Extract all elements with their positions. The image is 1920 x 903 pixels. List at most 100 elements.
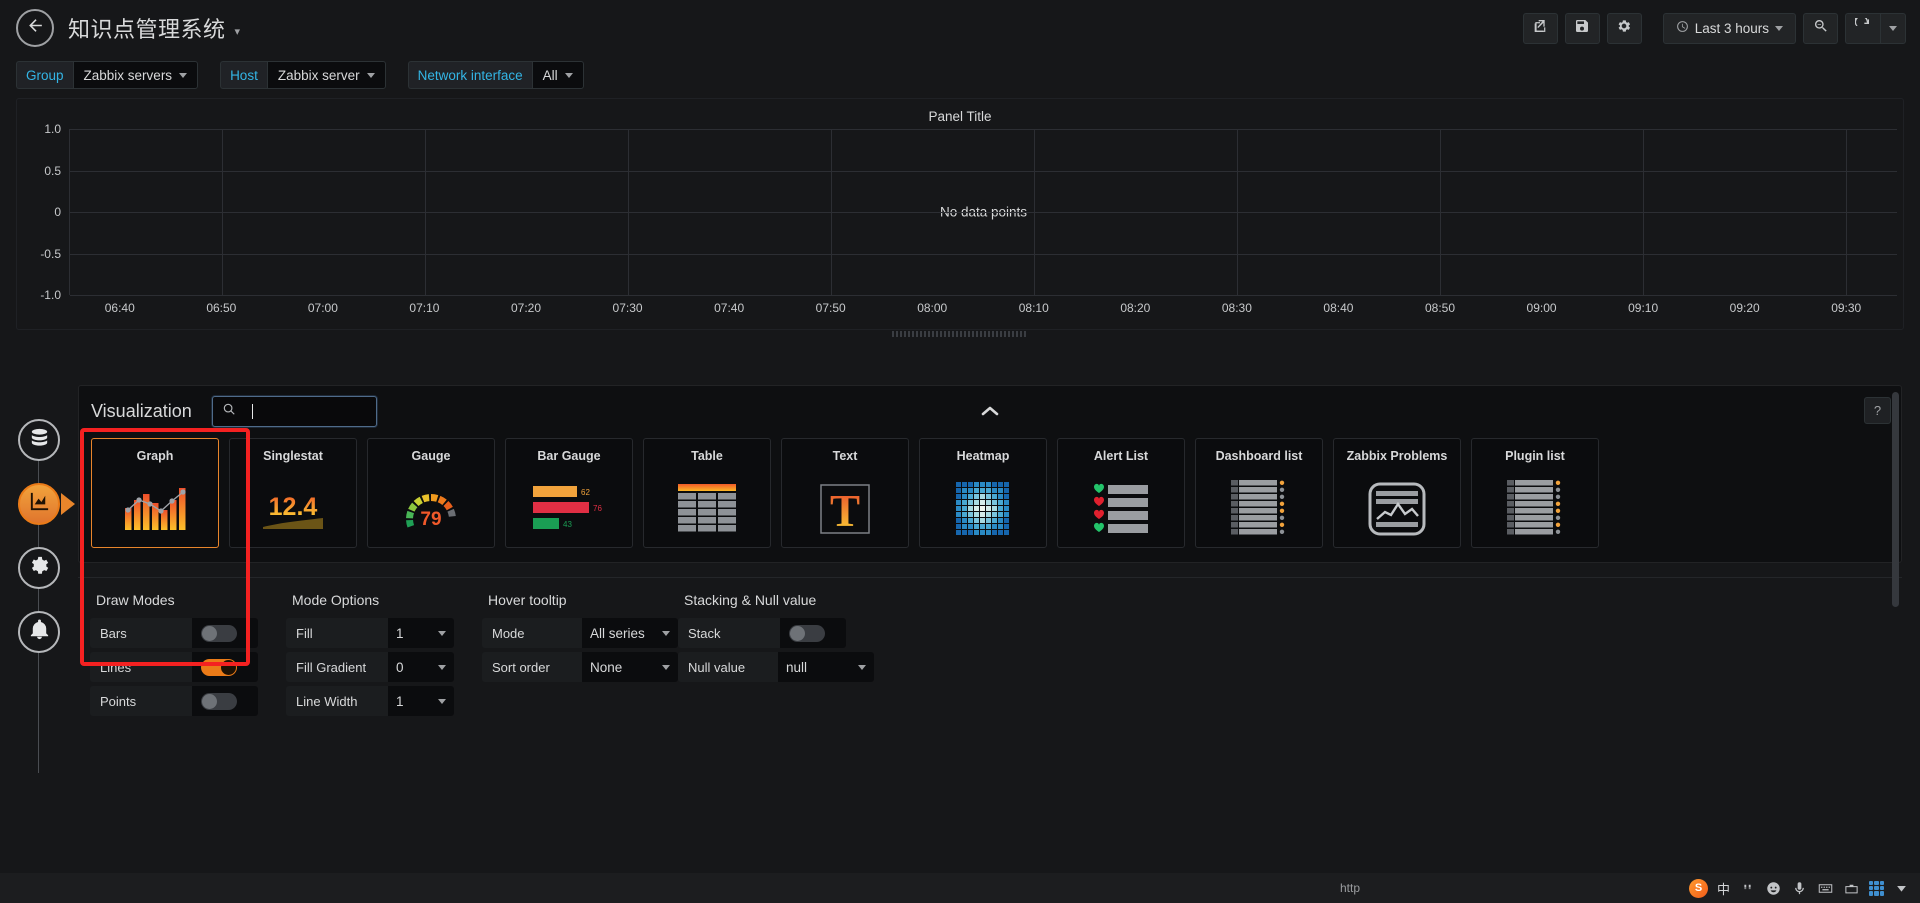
option-select-value: 0 (396, 659, 404, 675)
chevron-down-icon (564, 72, 573, 78)
y-axis-tick: -0.5 (40, 246, 61, 261)
y-axis-tick: -1.0 (40, 288, 61, 302)
x-axis-tick: 08:20 (1120, 301, 1151, 315)
panel-title[interactable]: Panel Title (17, 99, 1903, 124)
option-row: Fill 1 (286, 618, 454, 648)
share-dashboard-button[interactable] (1522, 12, 1558, 44)
dashboard-settings-button[interactable] (1606, 12, 1642, 44)
emoji-icon[interactable] (1765, 880, 1782, 897)
options-group-hover-tooltip: Hover tooltip Mode All series Sort order Non… (482, 592, 678, 720)
plot-canvas: No data points (69, 129, 1897, 296)
variable-value-1: Zabbix server (277, 67, 360, 83)
toggle-bars[interactable] (201, 624, 237, 642)
time-range-picker[interactable]: Last 3 hours (1662, 12, 1796, 44)
variable-select-host[interactable]: Zabbix server (266, 61, 386, 89)
viz-card-text[interactable]: Text T (781, 438, 909, 548)
toggle-stack[interactable] (789, 624, 825, 642)
option-select-sort-order[interactable]: None (582, 652, 678, 682)
refresh-button[interactable] (1845, 12, 1880, 44)
option-select-line-width[interactable]: 1 (388, 686, 454, 716)
option-select-value: 1 (396, 625, 404, 641)
help-button[interactable]: ? (1864, 397, 1891, 424)
viz-card-label: Graph (136, 449, 174, 463)
search-icon (222, 402, 236, 421)
dashboard-submenu: Group Zabbix servers Host Zabbix server … (0, 56, 1920, 94)
sidebar-item-visualization[interactable] (18, 483, 60, 525)
option-row: Stack (678, 618, 846, 648)
plugin-list-icon (1472, 470, 1598, 547)
viz-card-heatmap[interactable]: Heatmap (919, 438, 1047, 548)
sidebar-item-alert[interactable] (18, 611, 60, 653)
ime-punctuation-icon[interactable] (1739, 880, 1756, 897)
viz-card-plugin-list[interactable]: Plugin list (1471, 438, 1599, 548)
variable-select-network-interface[interactable]: All (531, 61, 584, 89)
search-input[interactable] (211, 395, 377, 427)
option-row: Sort order None (482, 652, 678, 682)
viz-card-singlestat[interactable]: Singlestat 12.4 (229, 438, 357, 548)
option-label-points: Points (90, 686, 192, 716)
collapse-picker-button[interactable] (981, 403, 999, 420)
option-label-null-value: Null value (678, 652, 778, 682)
sogou-logo-icon[interactable]: S (1688, 878, 1708, 898)
x-axis-tick: 07:30 (612, 301, 643, 315)
chevron-down-icon (1775, 25, 1783, 31)
zoom-out-button[interactable] (1803, 12, 1838, 44)
viz-card-bar-gauge[interactable]: Bar Gauge 62 76 43 (505, 438, 633, 548)
ime-menu-icon[interactable] (1893, 880, 1910, 897)
toggle-lines[interactable] (201, 658, 237, 676)
back-button[interactable] (16, 9, 54, 47)
dashboard-title-text: 知识点管理系统 (68, 17, 226, 42)
horizontal-gridline (70, 170, 1897, 172)
chevron-down-icon (438, 698, 446, 704)
option-select-value: None (590, 659, 623, 675)
heatmap-icon (920, 470, 1046, 547)
keyboard-icon[interactable] (1817, 880, 1834, 897)
refresh-controls (1845, 12, 1906, 44)
chevron-down-icon[interactable]: ▾ (235, 25, 241, 38)
chevron-down-icon (858, 664, 866, 670)
visualization-scrollbar[interactable] (1892, 392, 1899, 607)
gauge-icon: 79 (368, 470, 494, 547)
viz-card-label: Heatmap (956, 449, 1010, 463)
variable-label-1: Host (220, 61, 267, 89)
ime-chinese-label[interactable]: 中 (1717, 879, 1730, 898)
vertical-gridline (1440, 129, 1442, 295)
refresh-icon (1854, 14, 1871, 39)
viz-card-gauge[interactable]: Gauge 79 (367, 438, 495, 548)
option-row: Bars (90, 618, 258, 648)
panel-editor: Visualization ? Graph Singlestat 12.4 Gauge… (0, 385, 1920, 903)
refresh-interval-dropdown[interactable] (1880, 12, 1906, 44)
viz-card-label: Table (691, 449, 723, 463)
y-axis-tick: 0 (54, 205, 61, 219)
toolbox-icon[interactable] (1843, 880, 1860, 897)
save-dashboard-button[interactable] (1564, 12, 1600, 44)
microphone-icon[interactable] (1791, 880, 1808, 897)
sidebar-item-queries[interactable] (18, 419, 60, 461)
toggle-points[interactable] (201, 692, 237, 710)
option-select-fill[interactable]: 1 (388, 618, 454, 648)
viz-card-alert-list[interactable]: Alert List (1057, 438, 1185, 548)
search-minus-icon (1813, 18, 1829, 39)
option-toggle-cell (192, 652, 258, 682)
viz-card-graph[interactable]: Graph (80, 428, 250, 666)
sidebar-item-general[interactable] (18, 547, 60, 589)
vertical-gridline (425, 129, 427, 295)
option-select-mode[interactable]: All series (582, 618, 678, 648)
x-axis-tick: 06:50 (206, 301, 237, 315)
viz-card-table[interactable]: Table (643, 438, 771, 548)
variable-select-group[interactable]: Zabbix servers (72, 61, 199, 89)
option-label-stack: Stack (678, 618, 780, 648)
panel-resize-handle[interactable] (892, 331, 1028, 337)
dashboard-title[interactable]: 知识点管理系统 ▾ (68, 12, 241, 44)
bell-icon (28, 618, 51, 646)
viz-card-dashboard-list[interactable]: Dashboard list (1195, 438, 1323, 548)
horizontal-gridline (70, 253, 1897, 255)
option-select-fill-gradient[interactable]: 0 (388, 652, 454, 682)
time-range-label: Last 3 hours (1694, 20, 1769, 36)
option-select-value: 1 (396, 693, 404, 709)
option-select-null-value[interactable]: null (778, 652, 874, 682)
viz-card-zabbix-problems[interactable]: Zabbix Problems (1333, 438, 1461, 548)
x-axis-tick: 09:00 (1526, 301, 1557, 315)
x-axis-tick: 08:50 (1424, 301, 1456, 315)
apps-grid-icon[interactable] (1869, 880, 1884, 896)
